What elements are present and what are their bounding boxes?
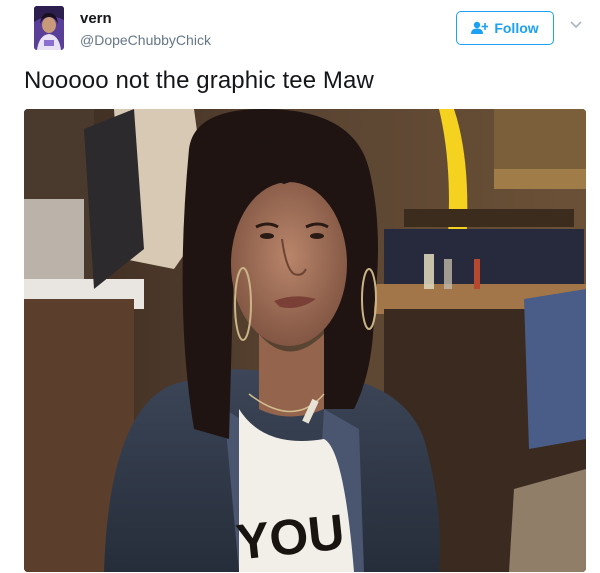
author-handle[interactable]: @DopeChubbyChick <box>80 31 211 49</box>
author-display-name[interactable]: vern <box>80 10 112 28</box>
photo: YOU <box>24 109 586 572</box>
shirt-print-text: YOU <box>233 504 347 571</box>
chevron-down-icon[interactable] <box>569 20 583 30</box>
add-user-icon <box>471 21 489 34</box>
tweet-media-photo[interactable]: YOU <box>24 109 586 572</box>
author-avatar[interactable] <box>34 6 64 50</box>
tweet-text: Nooooo not the graphic tee Maw <box>24 67 374 94</box>
follow-button-label: Follow <box>494 20 539 36</box>
profile-photo <box>34 6 64 50</box>
follow-button[interactable]: Follow <box>456 11 554 45</box>
